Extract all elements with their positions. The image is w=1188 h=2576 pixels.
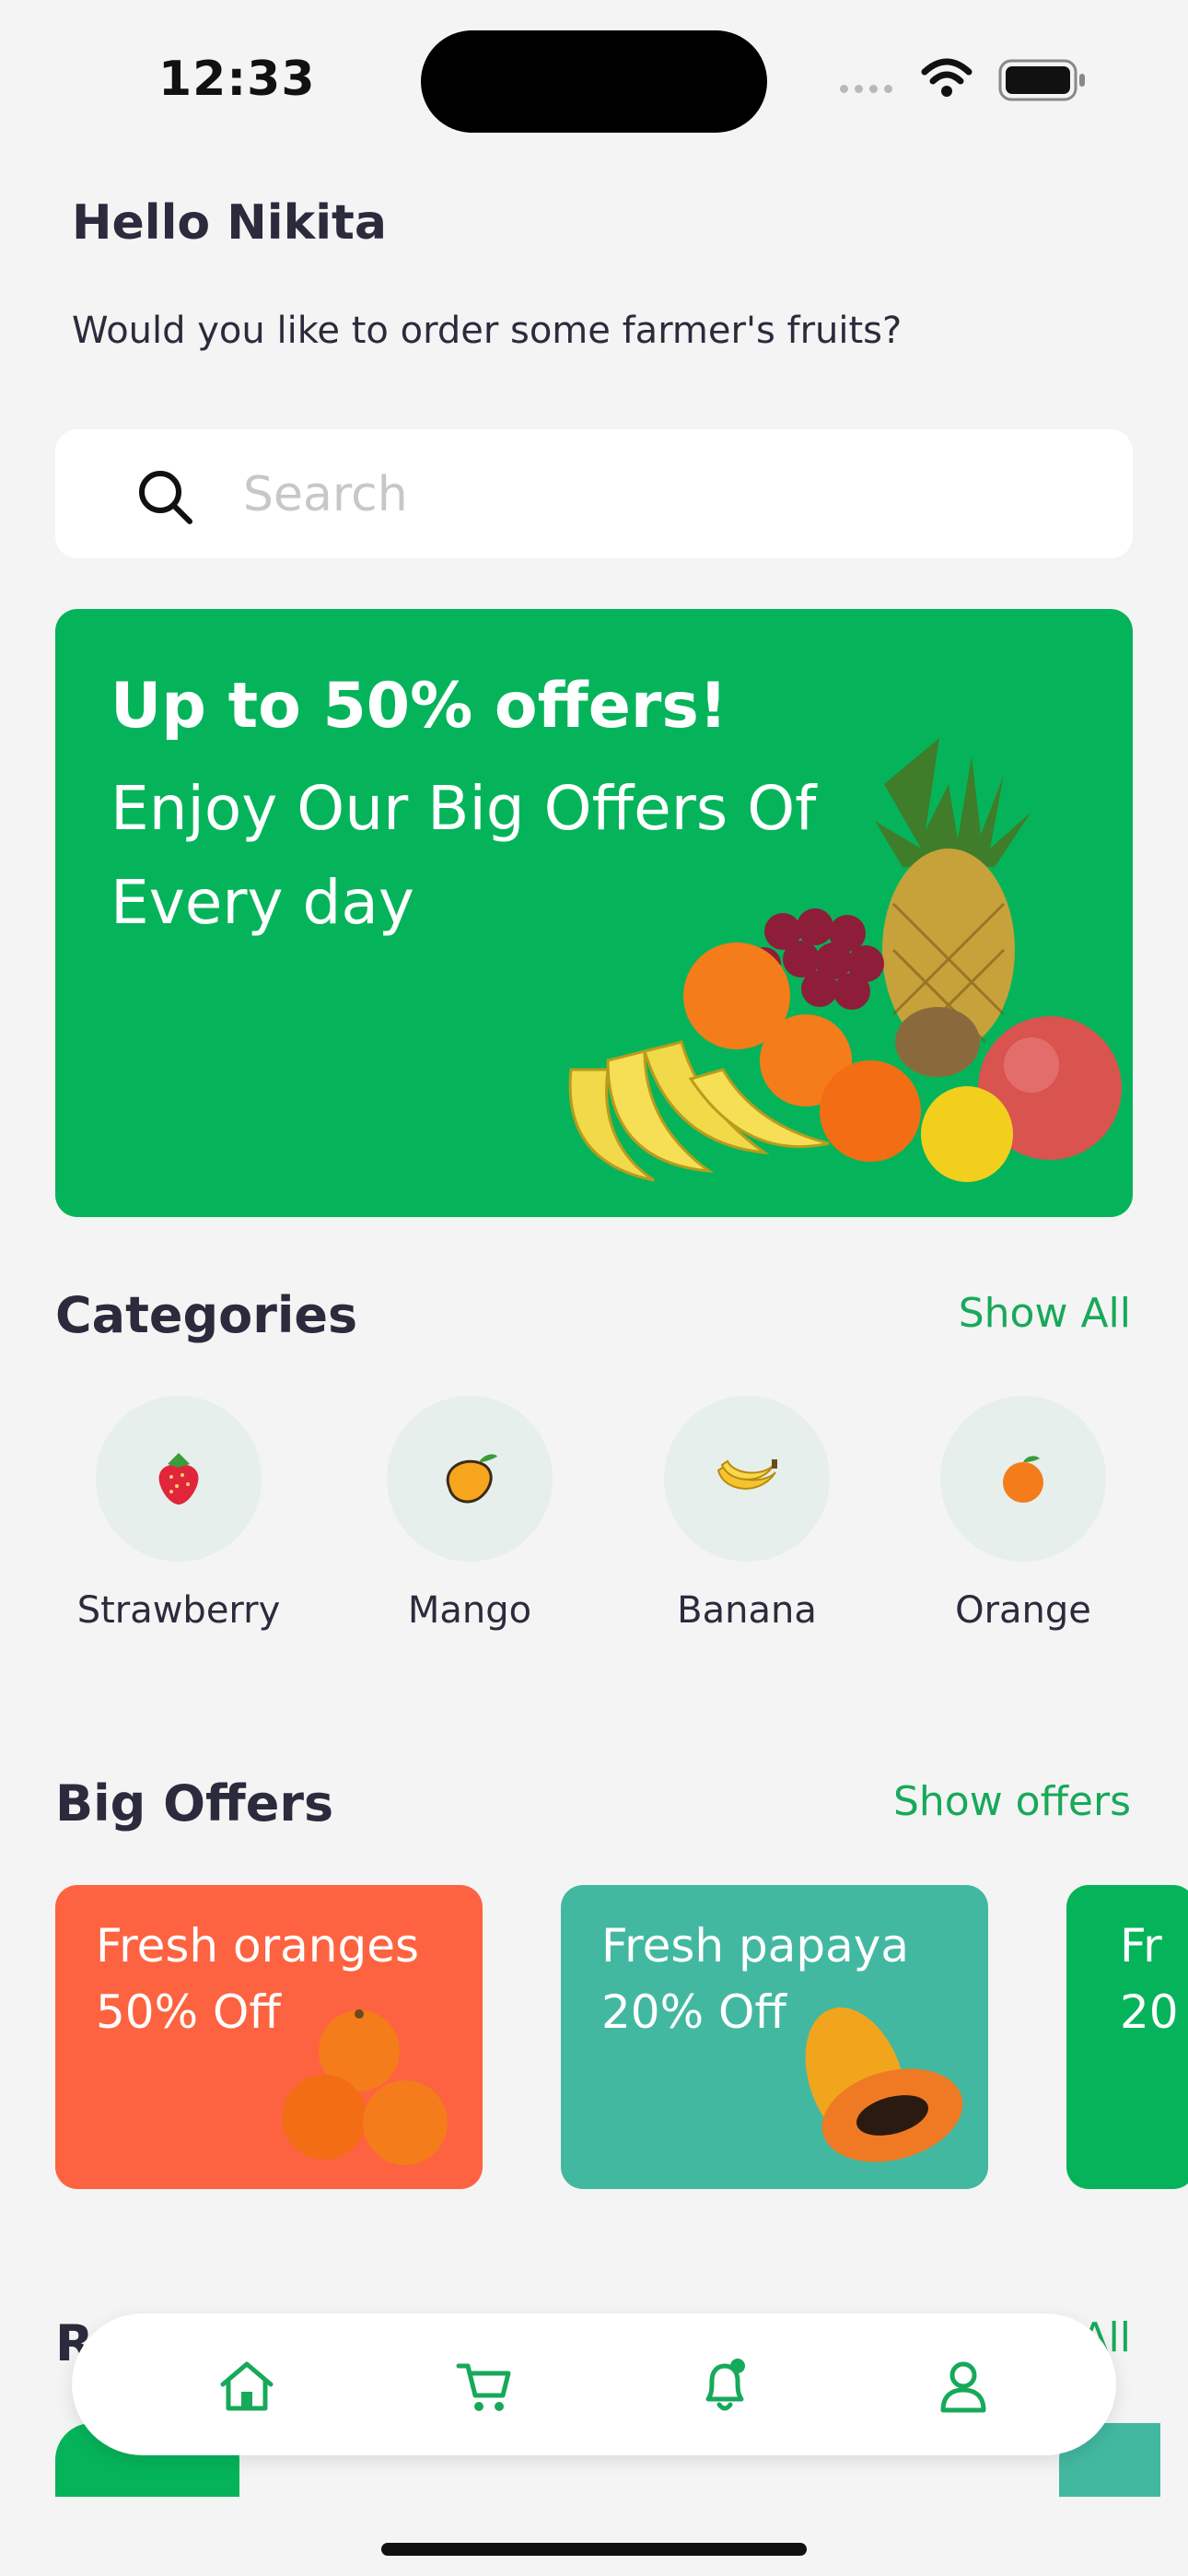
offer-title: Fr [1120,1919,1162,1973]
offer-card-partial[interactable]: Fr 20 [1066,1885,1188,2189]
offer-card-papaya[interactable]: Fresh papaya 20% Off [561,1885,988,2189]
offer-title: Fresh oranges [96,1919,420,1973]
category-mango[interactable]: Mango [350,1396,589,1632]
nav-notifications-button[interactable] [693,2354,757,2418]
offer-discount: 20 [1120,1985,1179,2039]
battery-icon [998,59,1085,101]
nav-profile-button[interactable] [931,2354,996,2418]
categories-title: Categories [55,1286,358,1344]
mango-icon [387,1396,553,1562]
offer-card-oranges[interactable]: Fresh oranges 50% Off [55,1885,483,2189]
banana-icon [664,1396,830,1562]
fruit-basket-image [568,738,1122,1182]
nav-cart-button[interactable] [452,2354,517,2418]
status-time: 12:33 [158,52,316,107]
cellular-signal-icon [840,79,899,97]
category-label: Orange [955,1589,1091,1632]
categories-show-all-link[interactable]: Show All [959,1290,1131,1337]
category-banana[interactable]: Banana [627,1396,867,1632]
show-offers-link[interactable]: Show offers [893,1778,1131,1825]
strawberry-icon [96,1396,262,1562]
orange-icon [940,1396,1106,1562]
greeting-title: Hello Nikita [72,195,387,251]
greeting-subtitle: Would you like to order some farmer's fr… [72,310,903,352]
category-strawberry[interactable]: Strawberry [59,1396,298,1632]
cart-icon [456,2363,511,2411]
category-label: Strawberry [76,1589,281,1632]
nav-home-button[interactable] [215,2354,279,2418]
search-input[interactable] [241,461,1074,529]
wifi-icon [921,58,973,97]
user-icon [940,2361,986,2413]
category-label: Mango [407,1589,532,1632]
category-label: Banana [677,1589,817,1632]
big-offers-title: Big Offers [55,1774,334,1832]
bottom-nav [72,2313,1116,2455]
home-indicator [381,2543,807,2556]
category-orange[interactable]: Orange [903,1396,1143,1632]
bell-icon [705,2359,745,2411]
papaya-image [805,2007,963,2162]
search-icon [139,471,192,524]
oranges-image [282,2009,448,2165]
dynamic-island [421,30,767,133]
offer-title: Fresh papaya [601,1919,909,1973]
promo-banner[interactable]: Up to 50% offers! Enjoy Our Big Offers O… [55,609,1133,1217]
home-icon [220,2361,274,2411]
